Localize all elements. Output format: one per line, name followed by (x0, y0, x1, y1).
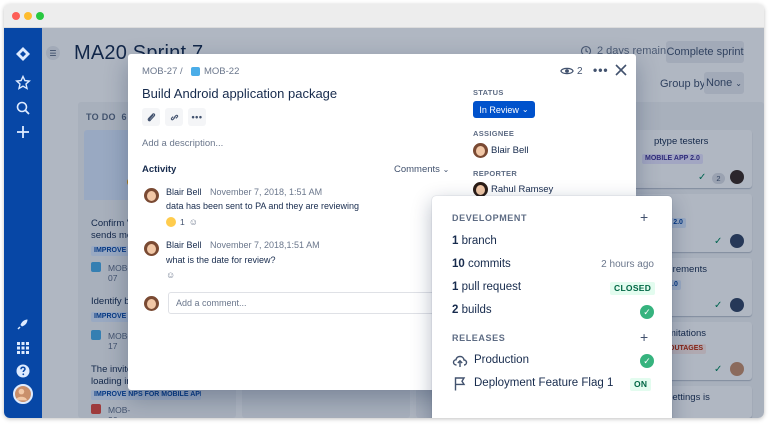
production-release-link[interactable]: Production (474, 354, 529, 366)
task-icon (191, 67, 200, 76)
add-reaction-icon[interactable]: ☺ (166, 270, 175, 280)
minimize-window-button[interactable] (24, 12, 32, 20)
build-success-icon: ✓ (640, 305, 654, 319)
reporter-name[interactable]: Rahul Ramsey (491, 184, 553, 195)
heart-eyes-emoji-icon[interactable] (166, 217, 176, 227)
pull-request-row[interactable]: 1 pull request (452, 281, 521, 293)
commenter-avatar (144, 188, 159, 203)
assignee-label: ASSIGNEE (473, 129, 515, 138)
comments-filter-select[interactable]: Comments ⌄ (394, 164, 449, 175)
release-success-icon: ✓ (640, 354, 654, 368)
pr-status-lozenge: CLOSED (610, 282, 656, 295)
comment-author: Blair Bell (166, 187, 202, 197)
commenter-avatar (144, 241, 159, 256)
user-avatar[interactable] (13, 384, 33, 404)
commits-row[interactable]: 10 commits (452, 258, 511, 270)
link-icon (170, 114, 178, 120)
issue-key-link[interactable]: MOB-22 (204, 66, 239, 77)
status-dropdown[interactable]: In Review ⌄ (473, 101, 535, 118)
watch-count: 2 (577, 65, 583, 77)
chevron-down-icon: ⌄ (521, 105, 529, 114)
more-tools-button[interactable]: ••• (188, 108, 206, 126)
jira-logo-icon[interactable] (13, 44, 33, 64)
feature-flag-link[interactable]: Deployment Feature Flag 1 (474, 377, 613, 389)
description-placeholder[interactable]: Add a description... (142, 138, 223, 149)
flag-status-lozenge: ON (630, 378, 652, 391)
star-icon[interactable] (13, 73, 33, 93)
add-reaction-icon[interactable]: ☺ (189, 217, 198, 227)
comment-reactions: 1 ☺ (166, 217, 198, 227)
development-panel: DEVELOPMENT + 1 branch 10 commits 2 hour… (432, 196, 672, 418)
jira-app: ☰ MA20 Sprint 7 2 days remaining Complet… (4, 28, 764, 418)
reporter-avatar (473, 182, 488, 197)
commit-time: 2 hours ago (601, 259, 654, 270)
add-development-icon[interactable]: + (640, 210, 648, 224)
activity-label: Activity (142, 164, 177, 175)
app-switcher-icon[interactable] (13, 338, 33, 358)
watch-button[interactable]: 2 (560, 64, 583, 78)
close-window-button[interactable] (12, 12, 20, 20)
window-titlebar (4, 4, 764, 28)
search-icon[interactable] (13, 98, 33, 118)
assignee-name[interactable]: Blair Bell (491, 145, 529, 156)
builds-row[interactable]: 2 builds (452, 304, 492, 316)
add-release-icon[interactable]: + (640, 330, 648, 344)
releases-section-label: RELEASES (452, 333, 506, 343)
close-icon[interactable] (614, 63, 628, 77)
comment-text: what is the date for review? (166, 255, 276, 265)
link-issue-button[interactable] (165, 108, 183, 126)
comment-time: November 7, 2018,1:51 AM (210, 240, 320, 250)
current-user-avatar (144, 296, 159, 311)
create-plus-icon[interactable] (13, 122, 33, 142)
reporter-label: REPORTER (473, 169, 518, 178)
comment-reactions: ☺ (166, 270, 175, 280)
more-icon: ••• (191, 112, 203, 122)
status-value: In Review (479, 104, 519, 115)
eye-icon (560, 67, 574, 75)
attach-button[interactable] (142, 108, 160, 126)
development-section-label: DEVELOPMENT (452, 213, 528, 223)
issue-title[interactable]: Build Android application package (142, 86, 337, 101)
comment-time: November 7, 2018, 1:51 AM (210, 187, 323, 197)
more-actions-icon[interactable]: ••• (593, 63, 609, 77)
reaction-count: 1 (180, 217, 185, 227)
comment-text: data has been sent to PA and they are re… (166, 201, 359, 211)
status-label: STATUS (473, 88, 504, 97)
paperclip-icon (147, 112, 155, 121)
app-window: ☰ MA20 Sprint 7 2 days remaining Complet… (4, 4, 764, 418)
comment-author: Blair Bell (166, 240, 202, 250)
chevron-down-icon: ⌄ (442, 165, 450, 174)
cloud-upload-icon (452, 353, 468, 369)
help-icon[interactable] (13, 361, 33, 381)
flag-icon (452, 376, 468, 392)
add-comment-input[interactable]: Add a comment... (168, 292, 438, 314)
breadcrumb-separator: / (180, 66, 183, 77)
parent-issue-link[interactable]: MOB-27 (142, 66, 177, 77)
assignee-avatar (473, 143, 488, 158)
maximize-window-button[interactable] (36, 12, 44, 20)
global-sidebar (4, 28, 42, 418)
branch-row[interactable]: 1 branch (452, 235, 497, 247)
rocket-icon[interactable] (13, 314, 33, 334)
